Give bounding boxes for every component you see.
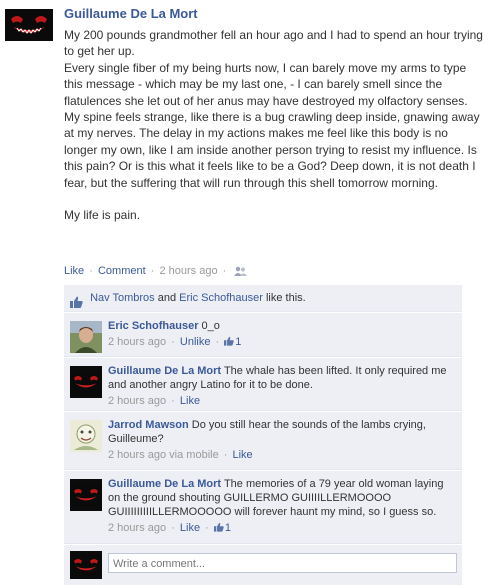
comment-timestamp[interactable]: 2 hours ago — [108, 449, 166, 461]
current-user-avatar — [70, 551, 102, 579]
liker-link[interactable]: Nav Tombros — [90, 292, 155, 304]
commenter-name[interactable]: Jarrod Mawson — [108, 419, 189, 431]
comment-input[interactable]: Write a comment... — [108, 553, 457, 573]
comment-meta: 2 hours ago · Like · 1 — [108, 521, 458, 535]
comment-meta: 2 hours ago via mobile · Like — [108, 448, 458, 462]
message-paragraph: My 200 pounds grandmother fell an hour a… — [64, 28, 483, 59]
separator: · — [222, 265, 227, 277]
comment-timestamp[interactable]: 2 hours ago — [108, 395, 166, 407]
like-count-value: 1 — [235, 336, 242, 348]
separator: · — [150, 265, 155, 277]
comment-item: Jarrod Mawson Do you still hear the soun… — [64, 411, 462, 470]
message-paragraph: My life is pain. — [64, 208, 141, 223]
write-comment-row: Write a comment... — [64, 544, 462, 585]
comment-body: Jarrod Mawson Do you still hear the soun… — [108, 418, 458, 462]
comment-body: Guillaume De La Mort The whale has been … — [108, 364, 458, 408]
people-icon[interactable] — [234, 266, 248, 277]
like-link[interactable]: Like — [180, 522, 200, 534]
post-message: My 200 pounds grandmother fell an hour a… — [64, 27, 484, 223]
comment-item: Guillaume De La Mort The memories of a 7… — [64, 470, 462, 544]
like-link[interactable]: Like — [233, 449, 253, 461]
post-actions: Like · Comment · 2 hours ago · — [64, 265, 248, 277]
commenter-avatar[interactable] — [70, 321, 102, 353]
author-avatar[interactable] — [5, 9, 53, 41]
thumbs-up-icon — [213, 522, 224, 532]
message-paragraph: Every single fiber of my being hurts now… — [64, 60, 480, 190]
commenter-avatar[interactable] — [70, 420, 102, 452]
separator: · — [223, 449, 228, 461]
comment-text: 0_o — [201, 320, 220, 332]
feedback-panel: Nav Tombros and Eric Schofhauser like th… — [64, 285, 462, 585]
likes-and: and — [154, 292, 180, 304]
unlike-link[interactable]: Unlike — [180, 336, 211, 348]
likes-suffix: like this. — [262, 292, 306, 304]
separator: · — [171, 522, 175, 534]
likes-summary: Nav Tombros and Eric Schofhauser like th… — [64, 285, 462, 312]
liker-link[interactable]: Eric Schofhauser — [179, 292, 263, 304]
separator: · — [215, 336, 220, 348]
via-mobile: via mobile — [169, 449, 219, 461]
comment-meta: 2 hours ago · Like — [108, 394, 458, 408]
thumbs-up-icon — [70, 292, 83, 309]
separator: · — [171, 395, 175, 407]
comment-body: Eric Schofhauser 0_o 2 hours ago · Unlik… — [108, 319, 458, 349]
commenter-avatar[interactable] — [70, 366, 102, 398]
comment-timestamp[interactable]: 2 hours ago — [108, 522, 166, 534]
comment-item: Guillaume De La Mort The whale has been … — [64, 357, 462, 411]
comment-like-count[interactable]: 1 — [224, 336, 241, 348]
like-link[interactable]: Like — [180, 395, 200, 407]
separator: · — [171, 336, 175, 348]
commenter-name[interactable]: Guillaume De La Mort — [108, 365, 221, 377]
comment-item: Eric Schofhauser 0_o 2 hours ago · Unlik… — [64, 312, 462, 357]
comment-body: Guillaume De La Mort The memories of a 7… — [108, 477, 458, 535]
commenter-name[interactable]: Guillaume De La Mort — [108, 478, 221, 490]
post-author-name[interactable]: Guillaume De La Mort — [64, 6, 198, 21]
separator: · — [89, 265, 93, 277]
comment-like-count[interactable]: 1 — [213, 522, 232, 534]
feed-story: Guillaume De La Mort My 200 pounds grand… — [0, 0, 491, 585]
like-count-value: 1 — [224, 522, 232, 534]
comment-timestamp[interactable]: 2 hours ago — [108, 336, 166, 348]
commenter-avatar[interactable] — [70, 479, 102, 511]
comment-link[interactable]: Comment — [98, 265, 146, 277]
like-link[interactable]: Like — [64, 265, 84, 277]
comment-meta: 2 hours ago · Unlike · 1 — [108, 335, 458, 349]
commenter-name[interactable]: Eric Schofhauser — [108, 320, 198, 332]
thumbs-up-icon — [224, 336, 235, 346]
separator: · — [205, 522, 209, 534]
post-timestamp[interactable]: 2 hours ago — [159, 265, 217, 277]
